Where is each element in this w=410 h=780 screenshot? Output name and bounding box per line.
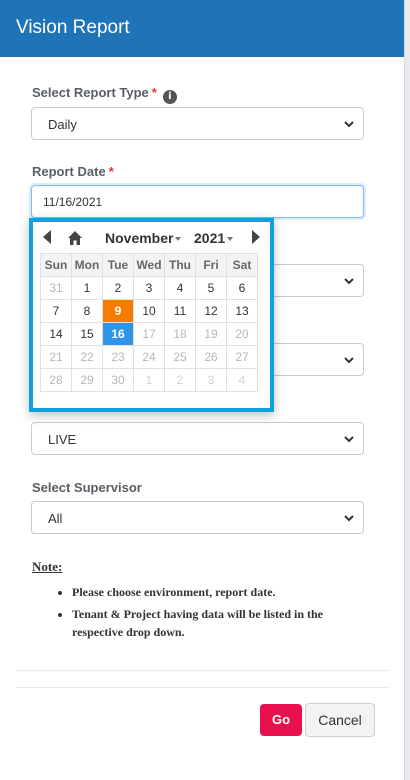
calendar-day: 22 xyxy=(71,345,103,369)
calendar-day[interactable]: 13 xyxy=(226,299,258,323)
calendar-nav: November 2021 xyxy=(33,222,270,254)
calendar-day: 30 xyxy=(102,368,134,392)
info-icon[interactable]: i xyxy=(162,90,177,104)
note-section: Note: Please choose environment, report … xyxy=(32,559,372,645)
calendar-week: 31 1 2 3 4 5 6 xyxy=(40,276,258,300)
weekday-header: Tue xyxy=(102,253,134,277)
report-date-input[interactable]: 11/16/2021 xyxy=(31,185,364,218)
calendar-day[interactable]: 2 xyxy=(102,276,134,300)
calendar-week: 14 15 16 17 18 19 20 xyxy=(40,322,258,346)
supervisor-select[interactable]: All xyxy=(31,501,364,534)
report-type-label: Select Report Type * i xyxy=(32,85,177,104)
calendar-day: 20 xyxy=(226,322,258,346)
calendar-day: 19 xyxy=(195,322,227,346)
report-panel: Vision Report Select Report Type * i Daily… xyxy=(0,0,405,780)
calendar-grid: Sun Mon Tue Wed Thu Fri Sat 31 1 2 3 4 5 xyxy=(40,253,258,392)
calendar-day[interactable]: 5 xyxy=(195,276,227,300)
calendar-day[interactable]: 11 xyxy=(164,299,196,323)
calendar-day: 18 xyxy=(164,322,196,346)
next-month-icon[interactable] xyxy=(252,230,260,244)
calendar-day: 25 xyxy=(164,345,196,369)
calendar-day[interactable]: 1 xyxy=(71,276,103,300)
date-picker-popup: November 2021 Sun Mon Tue Wed Thu Fri Sa… xyxy=(29,218,274,412)
report-date-label: Report Date * xyxy=(32,164,114,179)
calendar-day[interactable]: 31 xyxy=(40,276,72,300)
required-marker: * xyxy=(151,85,157,100)
calendar-day: 4 xyxy=(226,368,258,392)
calendar-week: 28 29 30 1 2 3 4 xyxy=(40,368,258,392)
note-list: Please choose environment, report date. … xyxy=(32,583,372,641)
caret-down-icon xyxy=(175,237,182,242)
chevron-down-icon xyxy=(344,278,354,285)
chevron-down-icon xyxy=(344,436,354,443)
divider xyxy=(16,687,390,688)
calendar-day[interactable]: 12 xyxy=(195,299,227,323)
calendar-week: 21 22 23 24 25 26 27 xyxy=(40,345,258,369)
calendar-day: 29 xyxy=(71,368,103,392)
supervisor-value: All xyxy=(48,511,63,526)
calendar-day: 3 xyxy=(195,368,227,392)
month-dropdown[interactable]: November xyxy=(105,230,182,246)
note-item: Please choose environment, report date. xyxy=(72,583,372,601)
report-date-value: 11/16/2021 xyxy=(43,195,103,209)
environment-value: LIVE xyxy=(48,432,77,447)
weekday-header: Thu xyxy=(164,253,196,277)
calendar-day[interactable]: 3 xyxy=(133,276,165,300)
calendar-day-today[interactable]: 9 xyxy=(102,299,134,323)
calendar-day: 21 xyxy=(40,345,72,369)
calendar-day-selected[interactable]: 16 xyxy=(102,322,134,346)
calendar-day[interactable]: 6 xyxy=(226,276,258,300)
calendar-day[interactable]: 8 xyxy=(71,299,103,323)
calendar-day[interactable]: 15 xyxy=(71,322,103,346)
weekday-header: Wed xyxy=(133,253,165,277)
calendar-day[interactable]: 14 xyxy=(40,322,72,346)
report-type-value: Daily xyxy=(48,117,77,132)
supervisor-label: Select Supervisor xyxy=(32,480,142,495)
required-marker: * xyxy=(108,164,114,179)
page-title: Vision Report xyxy=(16,17,130,38)
cancel-button[interactable]: Cancel xyxy=(305,703,375,737)
month-label: November xyxy=(105,230,174,246)
weekday-header: Sun xyxy=(40,253,72,277)
calendar-day: 24 xyxy=(133,345,165,369)
calendar-day: 1 xyxy=(133,368,165,392)
panel-header: Vision Report xyxy=(0,0,404,57)
weekday-header-row: Sun Mon Tue Wed Thu Fri Sat xyxy=(40,253,258,277)
report-type-select[interactable]: Daily xyxy=(31,107,364,140)
weekday-header: Fri xyxy=(195,253,227,277)
note-title: Note: xyxy=(32,559,63,574)
year-label: 2021 xyxy=(194,230,226,246)
caret-down-icon xyxy=(227,237,234,242)
calendar-day[interactable]: 10 xyxy=(133,299,165,323)
go-button[interactable]: Go xyxy=(260,704,302,736)
prev-month-icon[interactable] xyxy=(43,230,51,244)
calendar-day: 28 xyxy=(40,368,72,392)
calendar-day: 27 xyxy=(226,345,258,369)
calendar-day: 17 xyxy=(133,322,165,346)
weekday-header: Sat xyxy=(226,253,258,277)
environment-select[interactable]: LIVE xyxy=(31,422,364,455)
calendar-day[interactable]: 4 xyxy=(164,276,196,300)
calendar-day[interactable]: 7 xyxy=(40,299,72,323)
divider xyxy=(16,670,390,671)
report-date-label-text: Report Date xyxy=(32,164,106,179)
note-item: Tenant & Project having data will be lis… xyxy=(72,605,372,641)
weekday-header: Mon xyxy=(71,253,103,277)
calendar-day: 23 xyxy=(102,345,134,369)
report-type-label-text: Select Report Type xyxy=(32,85,149,100)
home-icon[interactable] xyxy=(67,230,83,246)
chevron-down-icon xyxy=(344,357,354,364)
calendar-day: 26 xyxy=(195,345,227,369)
chevron-down-icon xyxy=(344,121,354,128)
chevron-down-icon xyxy=(344,515,354,522)
year-dropdown[interactable]: 2021 xyxy=(194,230,234,246)
calendar-day: 2 xyxy=(164,368,196,392)
calendar-week: 7 8 9 10 11 12 13 xyxy=(40,299,258,323)
